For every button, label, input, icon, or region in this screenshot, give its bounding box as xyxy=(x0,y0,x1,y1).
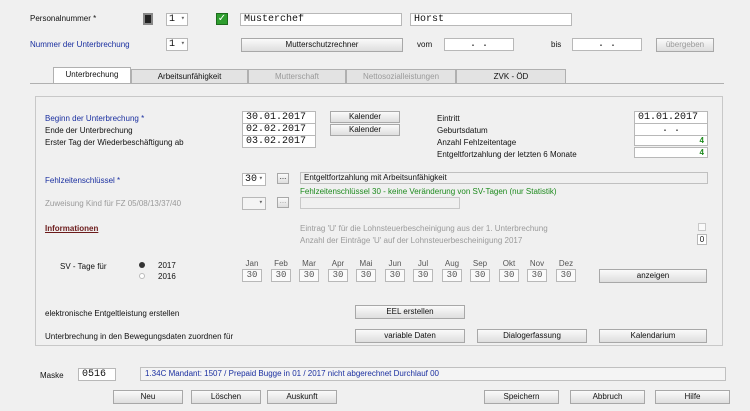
month-value: 30 xyxy=(356,269,376,282)
variable-daten-button[interactable]: variable Daten xyxy=(355,329,465,343)
schluessel-description: Entgeltfortzahlung mit Arbeitsunfähigkei… xyxy=(300,172,708,184)
month-value: 30 xyxy=(499,269,519,282)
tab-arbeitsunfaehigkeit[interactable]: Arbeitsunfähigkeit xyxy=(131,69,248,83)
bis-field[interactable]: . . xyxy=(572,38,642,51)
tab-zvk-oed[interactable]: ZVK - ÖD xyxy=(456,69,566,83)
entgeltfortzahlung-value: 4 xyxy=(634,147,708,158)
month-value: 30 xyxy=(556,269,576,282)
chevron-down-icon: ▾ xyxy=(180,15,185,23)
bewegungsdaten-label: Unterbrechung in den Bewegungsdaten zuor… xyxy=(45,332,234,341)
month-value: 30 xyxy=(442,269,462,282)
zuweisung-select[interactable]: ▾ xyxy=(242,197,266,210)
hilfe-button[interactable]: Hilfe xyxy=(655,390,730,404)
info-count: 0 xyxy=(697,234,707,245)
personalnummer-label: Personalnummer * xyxy=(30,14,97,23)
informationen-link[interactable]: Informationen xyxy=(45,224,98,233)
month-label: Mai xyxy=(359,259,373,268)
erster-tag-field[interactable]: 03.02.2017 xyxy=(242,135,316,148)
month-label: Mar xyxy=(302,259,316,268)
tab-nettosozialleistungen[interactable]: Nettosozialleistungen xyxy=(346,69,456,83)
month-value: 30 xyxy=(328,269,348,282)
year-2017-label: 2017 xyxy=(158,261,176,270)
vom-field[interactable]: . . xyxy=(444,38,514,51)
radio-2017[interactable] xyxy=(139,262,145,268)
kalendarium-button[interactable]: Kalendarium xyxy=(599,329,707,343)
schluessel-value: 30 xyxy=(245,174,258,185)
record-marker-icon xyxy=(143,13,153,25)
chevron-down-icon: ▾ xyxy=(180,40,185,48)
schluessel-lookup-button[interactable]: ... xyxy=(277,173,289,184)
lastname-field[interactable]: Musterchef xyxy=(240,13,402,26)
tab-divider xyxy=(30,83,724,84)
zuweisung-lookup-button[interactable]: ... xyxy=(277,197,289,208)
speichern-button[interactable]: Speichern xyxy=(484,390,559,404)
erster-tag-label: Erster Tag der Wiederbeschäftigung ab xyxy=(45,138,184,147)
radio-2016[interactable] xyxy=(139,273,145,279)
month-value: 30 xyxy=(242,269,262,282)
month-label: Apr xyxy=(331,259,345,268)
sv-tage-label: SV - Tage für xyxy=(60,262,107,271)
mutterschutzrechner-button[interactable]: Mutterschutzrechner xyxy=(241,38,403,52)
uebergeben-button[interactable]: übergeben xyxy=(656,38,714,52)
fehlzeitentage-label: Anzahl Fehlzeitentage xyxy=(437,138,517,147)
unterbrechung-select[interactable]: 1 ▾ xyxy=(166,38,188,51)
geburtsdatum-label: Geburtsdatum xyxy=(437,126,488,135)
month-value: 30 xyxy=(470,269,490,282)
schluessel-select[interactable]: 30 ▾ xyxy=(242,173,266,186)
month-label: Sep xyxy=(472,259,488,268)
abbruch-button[interactable]: Abbruch xyxy=(570,390,645,404)
checkmark-icon: ✓ xyxy=(217,13,227,24)
month-value: 30 xyxy=(413,269,433,282)
chevron-down-icon: ▾ xyxy=(258,199,263,207)
month-label: Jun xyxy=(388,259,402,268)
dialogerfassung-button[interactable]: Dialogerfassung xyxy=(477,329,587,343)
kalender-button-beginn[interactable]: Kalender xyxy=(330,111,400,123)
month-label: Jul xyxy=(417,259,429,268)
personalnummer-select[interactable]: 1 ▾ xyxy=(166,13,188,26)
personalnummer-value: 1 xyxy=(169,14,176,25)
neu-button[interactable]: Neu xyxy=(113,390,183,404)
schluessel-label: Fehlzeitenschlüssel * xyxy=(45,176,121,185)
status-bar: 1.34C Mandant: 1507 / Prepaid Bugge in 0… xyxy=(140,367,726,381)
unterbrechung-nummer-label: Nummer der Unterbrechung xyxy=(30,40,130,49)
maske-label: Maske xyxy=(40,371,64,380)
month-value: 30 xyxy=(271,269,291,282)
checkbox[interactable]: ✓ xyxy=(216,13,228,25)
eintritt-label: Eintritt xyxy=(437,114,460,123)
chevron-down-icon: ▾ xyxy=(258,175,263,183)
month-value: 30 xyxy=(299,269,319,282)
ende-label: Ende der Unterbrechung xyxy=(45,126,133,135)
unterbrechung-value: 1 xyxy=(169,39,176,50)
tab-mutterschaft[interactable]: Mutterschaft xyxy=(248,69,346,83)
bis-label: bis xyxy=(551,40,562,49)
firstname-field[interactable]: Horst xyxy=(410,13,572,26)
info-checkbox[interactable] xyxy=(698,223,706,231)
month-label: Okt xyxy=(502,259,516,268)
month-label: Aug xyxy=(444,259,460,268)
month-value: 30 xyxy=(527,269,547,282)
maske-field[interactable]: 0516 xyxy=(78,368,116,381)
zuweisung-description xyxy=(300,197,460,209)
year-2016-label: 2016 xyxy=(158,272,176,281)
month-label: Dez xyxy=(558,259,574,268)
month-label: Feb xyxy=(274,259,288,268)
month-value: 30 xyxy=(385,269,405,282)
beginn-label: Beginn der Unterbrechung * xyxy=(45,114,145,123)
eel-label: elektronische Entgeltleistung erstellen xyxy=(45,309,180,318)
kalender-button-ende[interactable]: Kalender xyxy=(330,124,400,136)
auskunft-button[interactable]: Auskunft xyxy=(267,390,337,404)
eel-erstellen-button[interactable]: EEL erstellen xyxy=(355,305,465,319)
month-label: Jan xyxy=(245,259,259,268)
schluessel-info: Fehlzeitenschlüssel 30 - keine Veränderu… xyxy=(300,187,557,196)
vom-label: vom xyxy=(417,40,433,49)
zuweisung-label: Zuweisung Kind für FZ 05/08/13/37/40 xyxy=(45,199,182,208)
info-line-1: Eintrag 'U' für die Lohnsteuerbescheinig… xyxy=(300,224,548,233)
month-label: Nov xyxy=(529,259,545,268)
tab-unterbrechung[interactable]: Unterbrechung xyxy=(53,67,131,83)
entgeltfortzahlung-label: Entgeltfortzahlung der letzten 6 Monate xyxy=(437,150,577,159)
fehlzeitentage-value: 4 xyxy=(634,135,708,146)
info-line-2: Anzahl der Einträge 'U' auf der Lohnsteu… xyxy=(300,236,523,245)
anzeigen-button[interactable]: anzeigen xyxy=(599,269,707,283)
loeschen-button[interactable]: Löschen xyxy=(191,390,261,404)
